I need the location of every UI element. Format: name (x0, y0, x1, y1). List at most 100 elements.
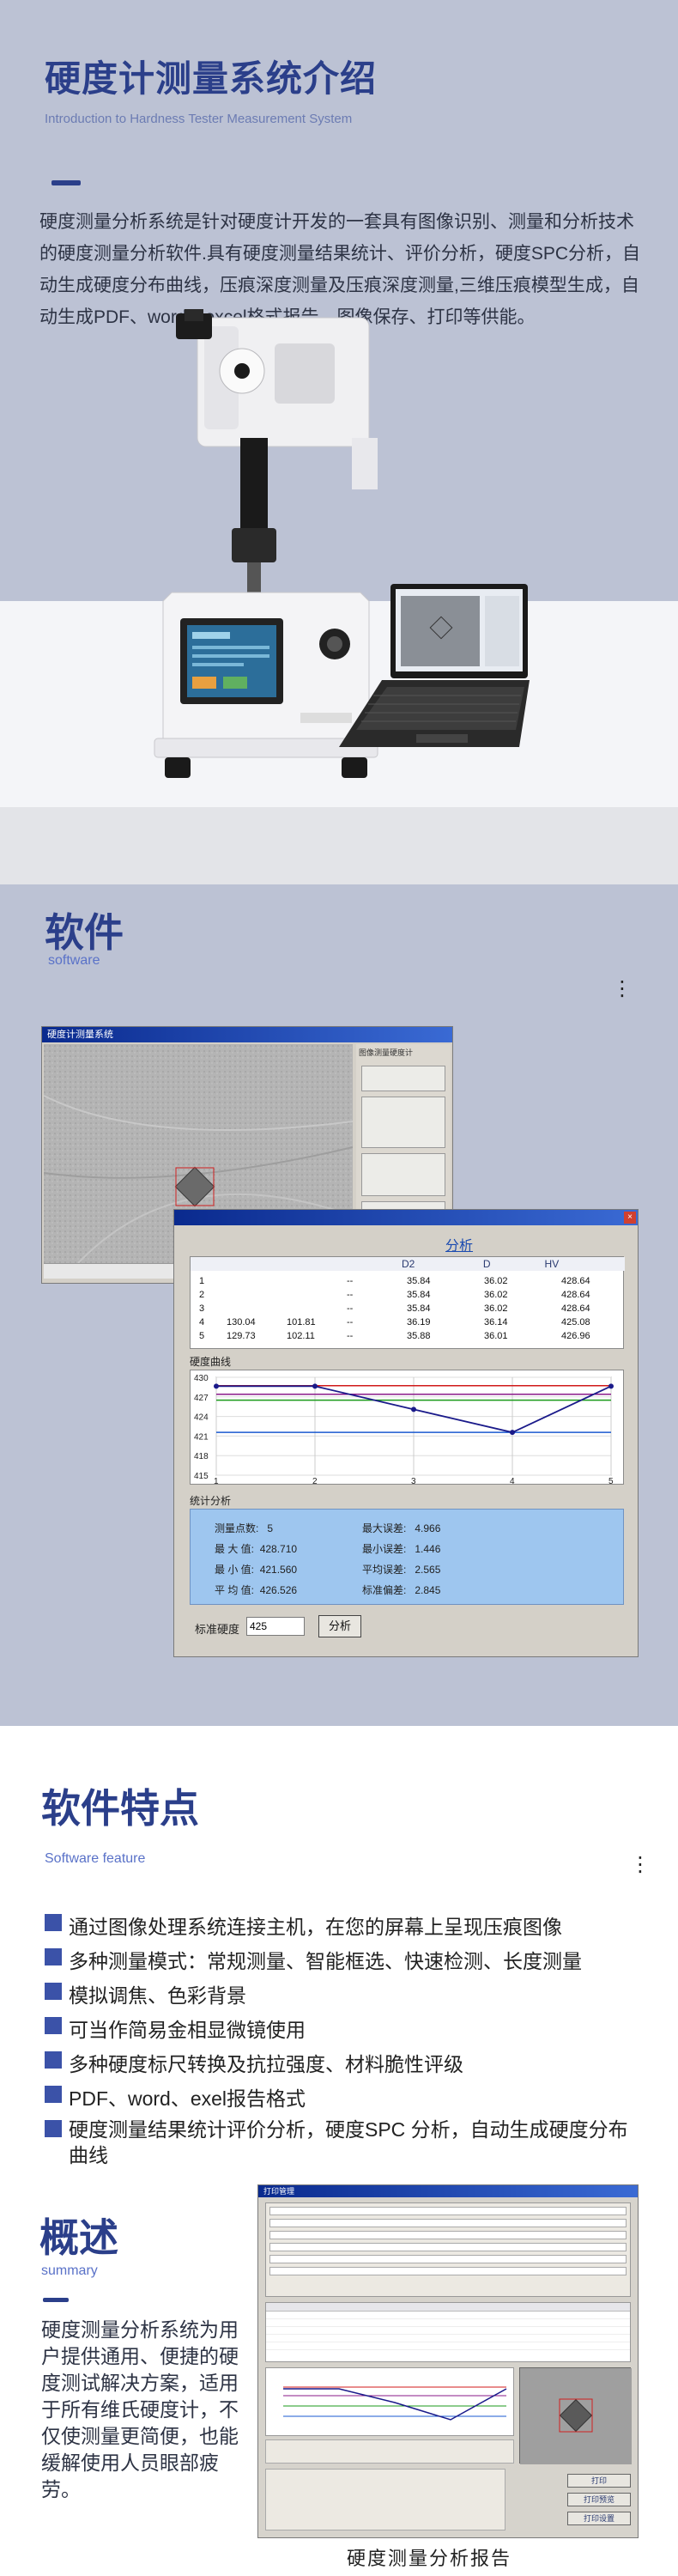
stat-max-err-label: 最大误差: (362, 1522, 407, 1534)
report-titlebar: 打印管理 (258, 2185, 638, 2197)
stat-min-label: 最 小 值: (215, 1564, 255, 1576)
report-curve (265, 2367, 514, 2436)
table-header-row: D2 D HV (191, 1257, 625, 1271)
stat-avg-label: 平 均 值: (215, 1584, 255, 1596)
y-tick-label: 415 (194, 1472, 209, 1481)
table-cell-index: 4 (199, 1317, 205, 1327)
report-image (519, 2367, 632, 2464)
table-cell-hrc: -- (347, 1290, 354, 1300)
feature-item: 硬度测量结果统计评价分析，硬度SPC 分析，自动生成硬度分布曲线 (45, 2117, 645, 2168)
data-point (214, 1383, 219, 1389)
y-tick-label: 430 (194, 1374, 209, 1383)
table-cell-index: 3 (199, 1303, 205, 1314)
software-subtitle: software (48, 953, 100, 968)
table-cell-d2: 36.02 (484, 1303, 508, 1314)
stats-panel: 测量点数: 5 最 大 值: 428.710 最 小 值: 421.560 平 … (190, 1509, 624, 1605)
stat-min-row: 最 小 值: 421.560 (215, 1559, 297, 1580)
stat-min-err-value: 1.446 (415, 1543, 441, 1555)
results-table: D2 D HV 1 -- 35.84 36.02 428.64 2 -- 35.84 36.02… (190, 1256, 625, 1349)
feature-text: 模拟调焦、色彩背景 (69, 1984, 246, 2007)
analyze-button[interactable]: 分析 (318, 1615, 361, 1637)
stat-min-err-label: 最小误差: (362, 1543, 407, 1555)
table-cell-hb (278, 1288, 338, 1302)
x-tick-label: 4 (510, 1477, 515, 1485)
stat-avg-err-value: 2.565 (415, 1564, 441, 1576)
feature-text: 硬度测量结果统计评价分析，硬度SPC 分析，自动生成硬度分布曲线 (69, 2118, 628, 2166)
features-subtitle: Software feature (45, 1851, 146, 1866)
feature-item: 模拟调焦、色彩背景 (45, 1979, 246, 2008)
bullet-square-icon (45, 2086, 62, 2103)
software-section: 软件 software ⋮ 硬度计测量系统 图像测量硬度计 × 分析 D2 D … (0, 884, 678, 1726)
table-cell-hv (218, 1302, 278, 1315)
table-cell-d: 428.64 (561, 1290, 590, 1300)
data-point (510, 1430, 515, 1436)
bullet-square-icon (45, 1948, 62, 1965)
bullet-square-icon (45, 2017, 62, 2034)
table-header-d2: D2 (402, 1258, 415, 1270)
x-tick-label: 5 (608, 1477, 614, 1485)
table-cell-d: 428.64 (561, 1303, 590, 1314)
table-row: 3 -- 35.84 36.02 428.64 (191, 1302, 625, 1315)
print-settings-button[interactable]: 打印设置 (567, 2512, 631, 2525)
bullet-square-icon (45, 2051, 62, 2069)
features-more-icon[interactable]: ⋮ (630, 1855, 651, 1875)
print-preview-button[interactable]: 打印预览 (567, 2493, 631, 2506)
table-cell-d: 428.64 (561, 1276, 590, 1286)
summary-title: 概述 (39, 2215, 118, 2260)
table-cell-d1: 35.84 (407, 1276, 431, 1286)
table-cell-hrc: -- (347, 1317, 354, 1327)
close-icon[interactable]: × (624, 1212, 636, 1224)
table-body: 1 -- 35.84 36.02 428.64 2 -- 35.84 36.02 428.64 3 -… (191, 1274, 625, 1343)
bullet-square-icon (45, 1914, 62, 1931)
more-options-icon[interactable]: ⋮ (612, 979, 633, 999)
table-cell-d2: 36.14 (484, 1317, 508, 1327)
table-cell-d2: 36.02 (484, 1276, 508, 1286)
panel-group-3 (361, 1153, 445, 1196)
report-link[interactable]: 分析 (445, 1234, 473, 1255)
data-point (312, 1383, 318, 1389)
side-panel-title: 图像测量硬度计 (359, 1048, 414, 1057)
feature-item: 通过图像处理系统连接主机，在您的屏幕上呈现压痕图像 (45, 1911, 562, 1940)
feature-item: 可当作简易金相显微镜使用 (45, 2014, 306, 2043)
stat-avg-err-row: 平均误差: 2.565 (362, 1559, 440, 1580)
features-title: 软件特点 (41, 1786, 199, 1831)
intro-dash (51, 180, 81, 185)
stat-max-row: 最 大 值: 428.710 (215, 1539, 297, 1559)
report-table (265, 2302, 631, 2362)
table-cell-hrc: -- (347, 1276, 354, 1286)
stat-std-value: 2.845 (415, 1584, 441, 1596)
results-window: × 分析 D2 D HV 1 -- 35.84 36.02 428.64 2 -- 35.84… (173, 1209, 639, 1657)
curve-title: 硬度曲线 (190, 1356, 232, 1368)
intro-section: 硬度计测量系统介绍 Introduction to Hardness Teste… (0, 0, 678, 884)
stat-std-label: 标准偏差: (362, 1584, 407, 1596)
stat-avg-value: 426.526 (259, 1584, 298, 1596)
y-tick-label: 418 (194, 1452, 209, 1461)
stat-max-value: 428.710 (259, 1543, 298, 1555)
table-cell-hb (278, 1274, 338, 1288)
stat-count-row: 测量点数: 5 (215, 1518, 297, 1539)
software-title: 软件 (45, 910, 124, 955)
table-cell-d1: 36.19 (407, 1317, 431, 1327)
table-header-d: D (482, 1258, 491, 1270)
feature-item: 多种测量模式：常规测量、智能框选、快速检测、长度测量 (45, 1945, 582, 1974)
print-button[interactable]: 打印 (567, 2474, 631, 2488)
feature-text: 通过图像处理系统连接主机，在您的屏幕上呈现压痕图像 (69, 1916, 562, 1938)
table-row: 4 130.04 101.81 -- 36.19 36.14 425.08 (191, 1315, 625, 1329)
summary-text: 硬度测量分析系统为用户提供通用、便捷的硬度测试解决方案，适用于所有维氏硬度计，不… (41, 2318, 239, 2500)
report-stats (265, 2439, 514, 2464)
std-hardness-input[interactable] (246, 1617, 305, 1636)
stat-avg-row: 平 均 值: 426.526 (215, 1580, 297, 1601)
feature-text: PDF、word、exel报告格式 (69, 2087, 306, 2110)
data-point (411, 1406, 416, 1413)
stats-title: 统计分析 (190, 1495, 232, 1507)
table-row: 2 -- 35.84 36.02 428.64 (191, 1288, 625, 1302)
table-cell-d1: 35.84 (407, 1303, 431, 1314)
feature-text: 多种硬度标尺转换及抗拉强度、材料脆性评级 (69, 2053, 463, 2075)
x-tick-label: 2 (312, 1477, 318, 1485)
hardness-curve-chart: 430 427 424 421 418 415 1 2 3 4 5 (194, 1374, 614, 1486)
stat-max-err-row: 最大误差: 4.966 (362, 1518, 440, 1539)
table-cell-index: 2 (199, 1290, 205, 1300)
data-point (608, 1383, 614, 1389)
feature-text: 可当作简易金相显微镜使用 (69, 2019, 306, 2041)
stat-min-value: 421.560 (259, 1564, 298, 1576)
